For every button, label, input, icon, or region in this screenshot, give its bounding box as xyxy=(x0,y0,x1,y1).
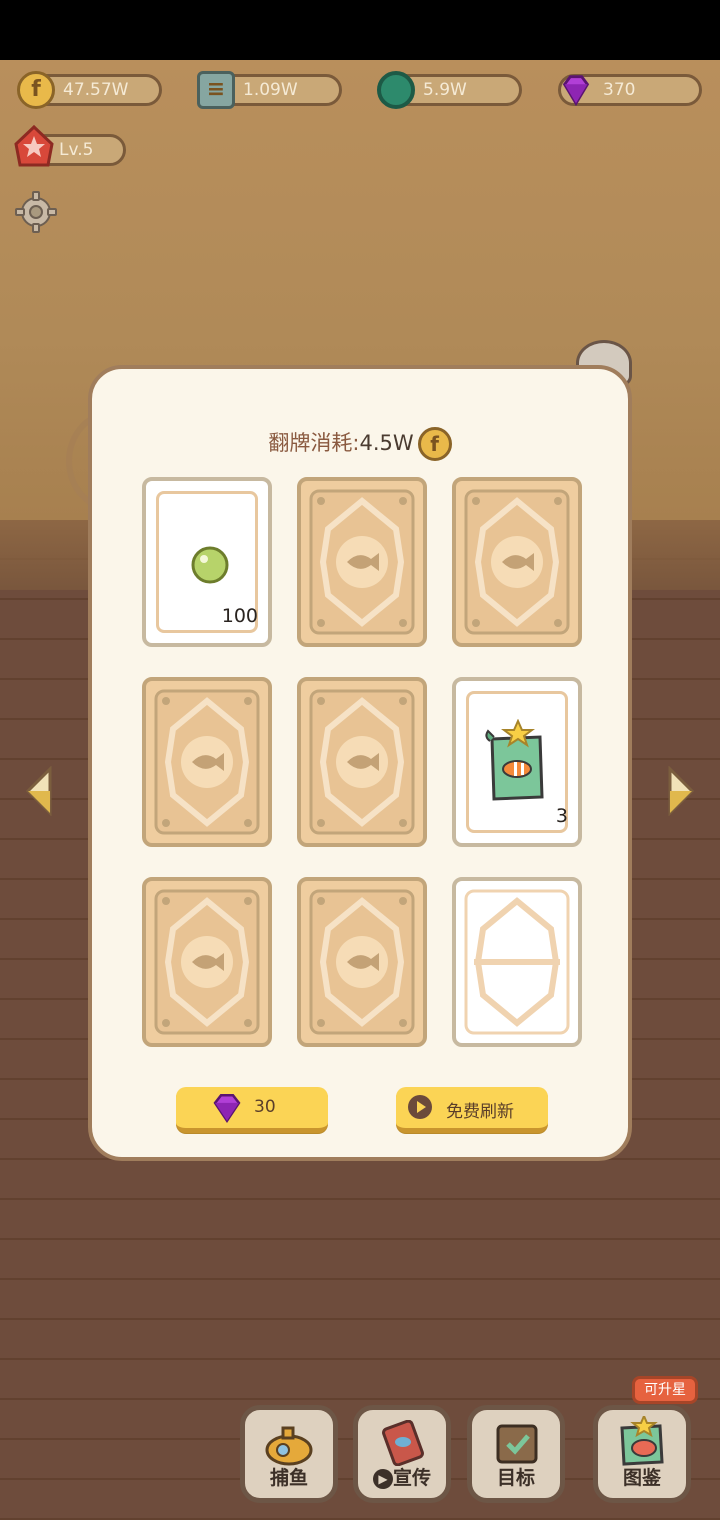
card-2[interactable] xyxy=(297,477,427,647)
card-1-count: 100 xyxy=(221,605,258,627)
promo-book-icon xyxy=(382,1420,424,1466)
card-back-fish-icon xyxy=(154,889,260,1035)
books-value: 1.09W xyxy=(243,80,298,100)
flip-cost-label: 翻牌消耗: xyxy=(268,431,360,455)
flip-cost-value: 4.5W xyxy=(359,431,414,455)
coin-icon: f xyxy=(417,427,452,461)
gem-icon xyxy=(213,1093,241,1124)
flip-cost-row: 翻牌消耗:4.5W f xyxy=(92,427,628,461)
free-refresh-label: 免费刷新 xyxy=(446,1102,514,1122)
promote-label: 宣传 xyxy=(392,1467,431,1489)
gem-flip-button[interactable]: 30 xyxy=(176,1087,328,1133)
gems-value: 370 xyxy=(603,80,636,100)
card-back-fish-icon xyxy=(309,489,415,635)
card-flip-panel: 翻牌消耗:4.5W f 100 3 30 免费刷新 xyxy=(88,365,632,1161)
card-8[interactable] xyxy=(297,877,427,1047)
upgrade-star-badge: 可升星 xyxy=(632,1376,698,1404)
card-back-fish-icon xyxy=(154,689,260,835)
settings-gear-icon[interactable] xyxy=(14,190,58,234)
play-icon: ▶ xyxy=(372,1468,393,1489)
card-9[interactable] xyxy=(452,877,582,1047)
goals-button[interactable]: 目标 xyxy=(467,1405,565,1503)
card-back-fish-icon xyxy=(309,889,415,1035)
goals-label: 目标 xyxy=(496,1467,535,1489)
card-7[interactable] xyxy=(142,877,272,1047)
level-text: Lv.5 xyxy=(59,140,94,160)
fish-scroll-icon xyxy=(485,719,544,801)
card-back-fish-icon xyxy=(464,489,570,635)
gem-flip-cost: 30 xyxy=(254,1097,276,1117)
coin-icon: f xyxy=(17,71,55,109)
books-icon: ≡ xyxy=(197,71,235,109)
card-empty-pattern-icon xyxy=(464,889,570,1035)
ring-icon xyxy=(377,71,415,109)
promote-label-row: ▶ 宣传 xyxy=(358,1463,446,1490)
collection-button[interactable]: 图鉴 xyxy=(593,1405,691,1503)
previous-arrow-icon[interactable] xyxy=(24,766,54,816)
card-6[interactable]: 3 xyxy=(452,677,582,847)
rings-value: 5.9W xyxy=(423,80,467,100)
next-arrow-icon[interactable] xyxy=(666,766,696,816)
gem-icon xyxy=(557,71,595,109)
rings-counter[interactable]: 5.9W xyxy=(377,71,522,109)
card-5[interactable] xyxy=(297,677,427,847)
fish-collection-icon xyxy=(620,1416,664,1466)
card-4[interactable] xyxy=(142,677,272,847)
card-6-count: 3 xyxy=(555,805,568,827)
coin-value: 47.57W xyxy=(63,80,129,100)
fishing-label: 捕鱼 xyxy=(269,1467,308,1489)
fishing-button[interactable]: 捕鱼 xyxy=(240,1405,338,1503)
coin-counter[interactable]: f 47.57W xyxy=(17,71,162,109)
gems-counter[interactable]: 370 xyxy=(557,71,702,109)
card-back-fish-icon xyxy=(309,689,415,835)
card-3[interactable] xyxy=(452,477,582,647)
collection-label: 图鉴 xyxy=(622,1467,661,1489)
play-video-icon xyxy=(408,1095,432,1119)
level-star-icon xyxy=(14,124,54,167)
submarine-icon xyxy=(265,1426,313,1466)
status-bar xyxy=(0,0,720,60)
pearl-icon xyxy=(191,546,229,584)
free-refresh-button[interactable]: 免费刷新 xyxy=(396,1087,548,1133)
promote-button[interactable]: ▶ 宣传 xyxy=(353,1405,451,1503)
goal-board-icon xyxy=(496,1424,538,1464)
card-1[interactable]: 100 xyxy=(142,477,272,647)
books-counter[interactable]: ≡ 1.09W xyxy=(197,71,342,109)
